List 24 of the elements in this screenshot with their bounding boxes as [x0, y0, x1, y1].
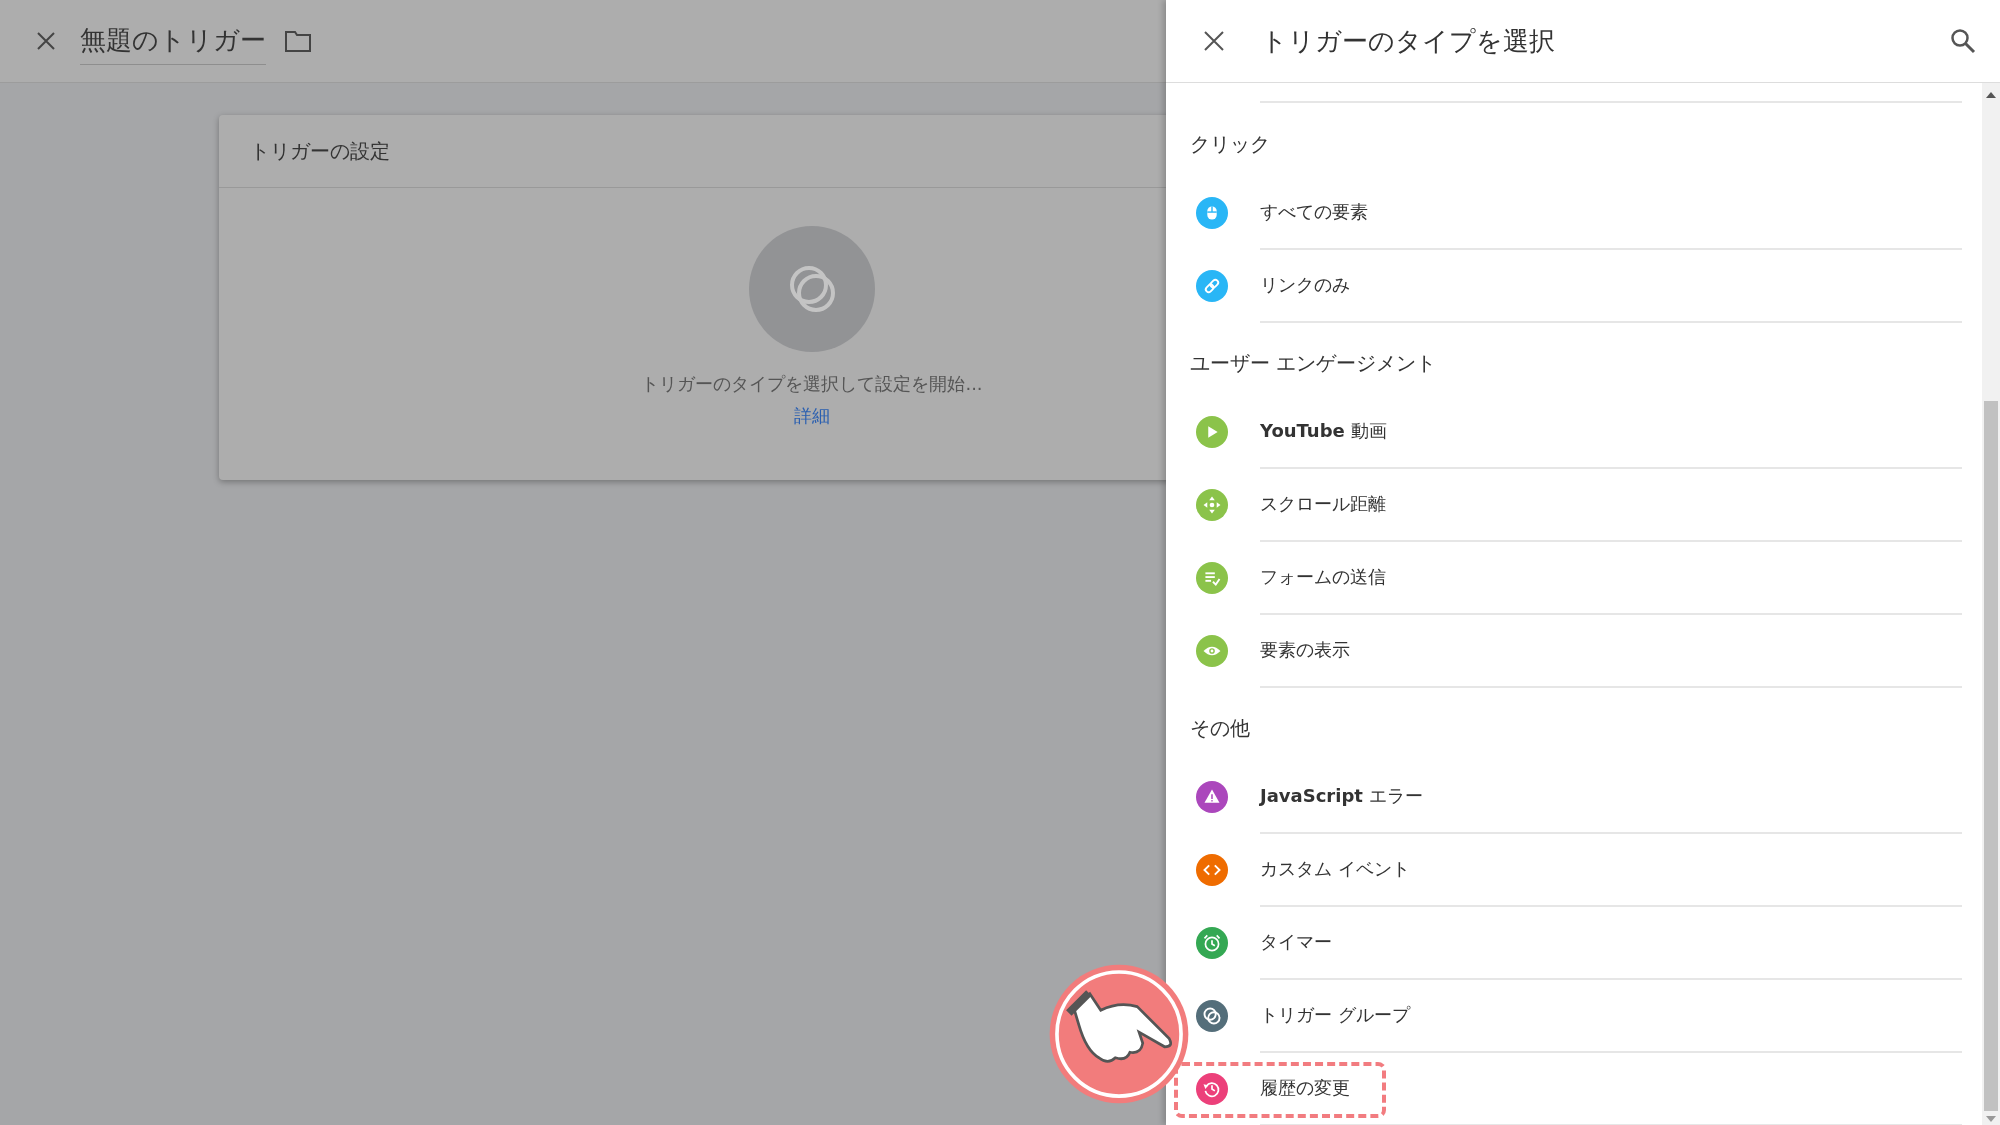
trigger-type-label[interactable]: すべての要素 — [1260, 199, 1368, 224]
section-heading: クリック — [1190, 131, 1270, 158]
search-icon[interactable] — [1950, 28, 1976, 54]
trigger-type-label[interactable]: タイマー — [1260, 929, 1332, 954]
trigger-name-field[interactable]: 無題のトリガー — [80, 17, 266, 65]
folder-icon[interactable] — [284, 29, 312, 53]
section-heading: その他 — [1190, 715, 1250, 742]
trigger-type-label[interactable]: 要素の表示 — [1260, 637, 1350, 662]
card-title: トリガーの設定 — [250, 137, 390, 165]
trigger-type-label[interactable]: フォームの送信 — [1260, 564, 1386, 589]
panel-title: トリガーのタイプを選択 — [1261, 24, 1556, 58]
close-icon[interactable] — [1203, 30, 1225, 52]
trigger-type-label[interactable]: YouTube 動画 — [1260, 418, 1387, 443]
trigger-type-label[interactable]: リンクのみ — [1260, 272, 1350, 297]
scrollbar[interactable] — [1982, 83, 2000, 1125]
hint-text: トリガーのタイプを選択して設定を開始... — [641, 372, 983, 396]
scroll-down-icon[interactable] — [1986, 1115, 1996, 1123]
section-heading: ユーザー エンゲージメント — [1190, 350, 1437, 377]
trigger-type-label[interactable]: カスタム イベント — [1260, 856, 1410, 881]
trigger-type-label[interactable]: スクロール距離 — [1260, 491, 1386, 516]
scroll-up-icon[interactable] — [1986, 91, 1996, 99]
trigger-type-label[interactable]: 履歴の変更 — [1260, 1075, 1350, 1100]
trigger-type-label[interactable]: JavaScript エラー — [1260, 783, 1423, 808]
trigger-type-label[interactable]: トリガー グループ — [1260, 1002, 1410, 1027]
